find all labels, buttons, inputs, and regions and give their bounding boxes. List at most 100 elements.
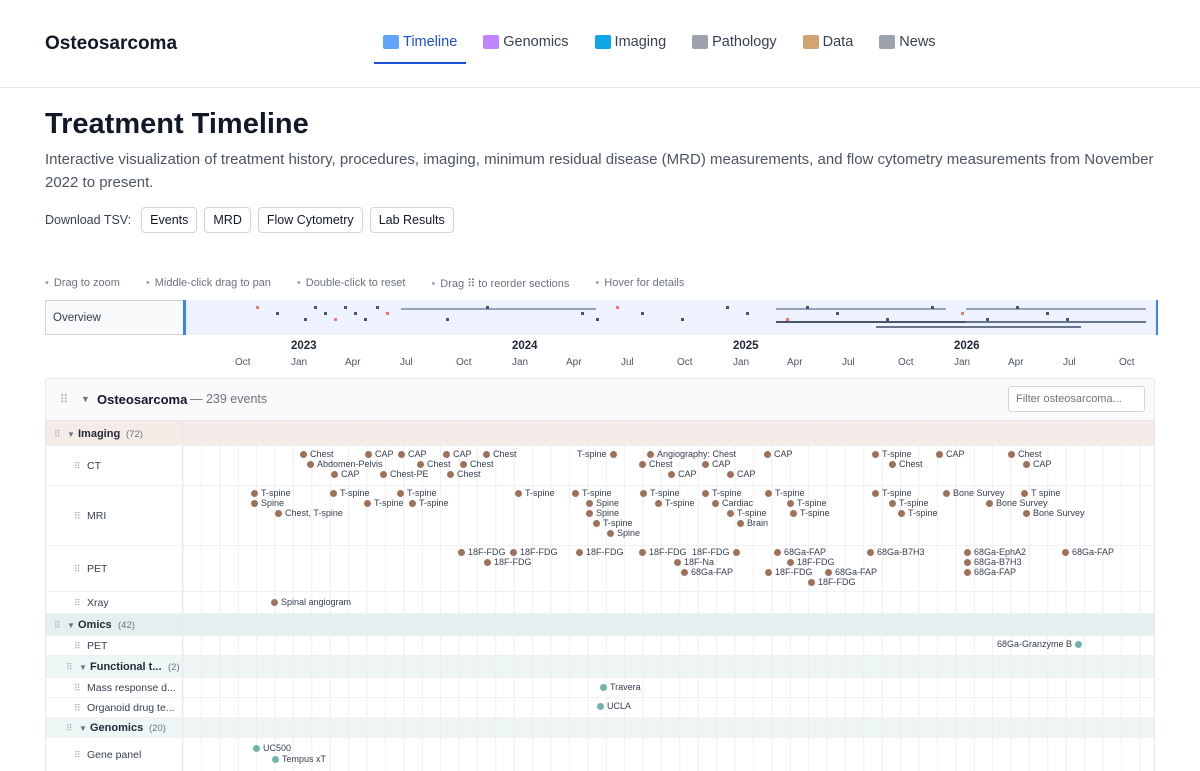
event-marker[interactable]: UCLA [597,701,631,711]
event-marker[interactable]: T-spine [577,449,617,459]
event-marker[interactable]: 68Ga-FAP [964,567,1016,577]
nav-tab-pathology[interactable]: Pathology [683,22,786,64]
drag-handle-icon[interactable]: ⠿ [74,511,81,522]
event-marker[interactable]: T-spine [872,449,912,459]
event-marker[interactable]: 18F-FDG [576,547,624,557]
event-marker[interactable]: 68Ga-FAP [1062,547,1114,557]
event-marker[interactable]: CAP [398,449,427,459]
event-marker[interactable]: T-spine [787,498,827,508]
download-mrd-button[interactable]: MRD [204,207,251,233]
drag-handle-icon[interactable]: ⠿ [60,393,68,406]
event-marker[interactable]: CAP [331,469,360,479]
event-marker[interactable]: T-spine [640,488,680,498]
event-marker[interactable]: 18F-FDG [808,577,856,587]
event-marker[interactable]: Chest [639,459,673,469]
overview-brush[interactable] [183,300,1158,335]
group-row-functional-t[interactable]: ⠿ ▼ Functional t... (2) [46,656,1154,678]
event-marker[interactable]: T-spine [872,488,912,498]
event-marker[interactable]: 68Ga-FAP [825,567,877,577]
group-row-imaging[interactable]: ⠿ ▼ Imaging (72) [46,421,1154,446]
drag-handle-icon[interactable]: ⠿ [54,620,61,631]
event-marker[interactable]: T-spine [889,498,929,508]
event-marker[interactable]: T-spine [572,488,612,498]
event-marker[interactable]: T-spine [397,488,437,498]
event-marker[interactable]: Travera [600,682,641,692]
event-marker[interactable]: Abdomen-Pelvis [307,459,383,469]
event-marker[interactable]: 68Ga-B7H3 [964,557,1022,567]
group-label[interactable]: Omics [78,619,112,631]
event-marker[interactable]: 18F-FDG [510,547,558,557]
event-marker[interactable]: CAP [1023,459,1052,469]
drag-handle-icon[interactable]: ⠿ [66,662,73,673]
event-marker[interactable]: Cardiac [712,498,753,508]
event-marker[interactable]: Bone Survey [986,498,1048,508]
event-marker[interactable]: CAP [443,449,472,459]
event-marker[interactable]: T-spine [251,488,291,498]
event-marker[interactable]: CAP [727,469,756,479]
event-marker[interactable]: CAP [702,459,731,469]
event-marker[interactable]: 68Ga-EphA2 [964,547,1026,557]
collapse-caret-icon[interactable]: ▼ [79,724,87,733]
event-marker[interactable]: Spine [251,498,284,508]
collapse-caret-icon[interactable]: ▼ [81,394,90,404]
event-marker[interactable]: CAP [936,449,965,459]
drag-handle-icon[interactable]: ⠿ [74,598,81,609]
nav-tab-genomics[interactable]: Genomics [474,22,577,64]
event-marker[interactable]: Chest [300,449,334,459]
event-marker[interactable]: Bone Survey [943,488,1005,498]
drag-handle-icon[interactable]: ⠿ [74,461,81,472]
drag-handle-icon[interactable]: ⠿ [54,429,61,440]
drag-handle-icon[interactable]: ⠿ [74,703,81,714]
event-marker[interactable]: Spine [607,528,640,538]
event-marker[interactable]: T-spine [702,488,742,498]
event-marker[interactable]: T-spine [727,508,767,518]
event-marker[interactable]: 18F-FDG [765,567,813,577]
event-marker[interactable]: 18F-FDG [787,557,835,567]
event-marker[interactable]: T-spine [655,498,695,508]
event-marker[interactable]: 68Ga-B7H3 [867,547,925,557]
event-marker[interactable]: CAP [668,469,697,479]
event-marker[interactable]: Chest [460,459,494,469]
event-marker[interactable]: Tempus xT [272,754,326,764]
event-marker[interactable]: Chest [417,459,451,469]
panel-title[interactable]: Osteosarcoma [97,392,187,407]
collapse-caret-icon[interactable]: ▼ [67,621,75,630]
event-marker[interactable]: 18F-FDG [458,547,506,557]
brand-title[interactable]: Osteosarcoma [45,33,177,55]
nav-tab-news[interactable]: News [870,22,944,64]
event-marker[interactable]: Chest-PE [380,469,429,479]
group-row-omics[interactable]: ⠿ ▼ Omics (42) [46,614,1154,636]
event-marker[interactable]: T-spine [898,508,938,518]
filter-input[interactable] [1008,386,1145,412]
drag-handle-icon[interactable]: ⠿ [74,750,81,761]
group-row-genomics[interactable]: ⠿ ▼ Genomics (20) [46,718,1154,738]
event-marker[interactable]: T-spine [593,518,633,528]
event-marker[interactable]: CAP [365,449,394,459]
drag-handle-icon[interactable]: ⠿ [74,564,81,575]
event-marker[interactable]: T-spine [515,488,555,498]
event-marker[interactable]: 18F-FDG [692,547,740,557]
event-marker[interactable]: Chest [1008,449,1042,459]
download-flow-cytometry-button[interactable]: Flow Cytometry [257,207,363,233]
drag-handle-icon[interactable]: ⠿ [66,723,73,734]
download-events-button[interactable]: Events [141,207,198,233]
event-marker[interactable]: Chest [889,459,923,469]
event-marker[interactable]: 68Ga-FAP [681,567,733,577]
collapse-caret-icon[interactable]: ▼ [67,430,75,439]
drag-handle-icon[interactable]: ⠿ [74,641,81,652]
event-marker[interactable]: 18F-Na [674,557,714,567]
group-label[interactable]: Functional t... [90,661,162,673]
nav-tab-imaging[interactable]: Imaging [586,22,676,64]
group-label[interactable]: Genomics [90,722,143,734]
event-marker[interactable]: 18F-FDG [639,547,687,557]
event-marker[interactable]: Spinal angiogram [271,597,351,607]
event-marker[interactable]: Chest [483,449,517,459]
event-marker[interactable]: Spine [586,498,619,508]
event-marker[interactable]: T-spine [364,498,404,508]
event-marker[interactable]: T spine [1021,488,1060,498]
event-marker[interactable]: Angiography: Chest [647,449,736,459]
event-marker[interactable]: T-spine [790,508,830,518]
event-marker[interactable]: UC500 [253,743,291,753]
event-marker[interactable]: Brain [737,518,768,528]
event-marker[interactable]: T-spine [765,488,805,498]
